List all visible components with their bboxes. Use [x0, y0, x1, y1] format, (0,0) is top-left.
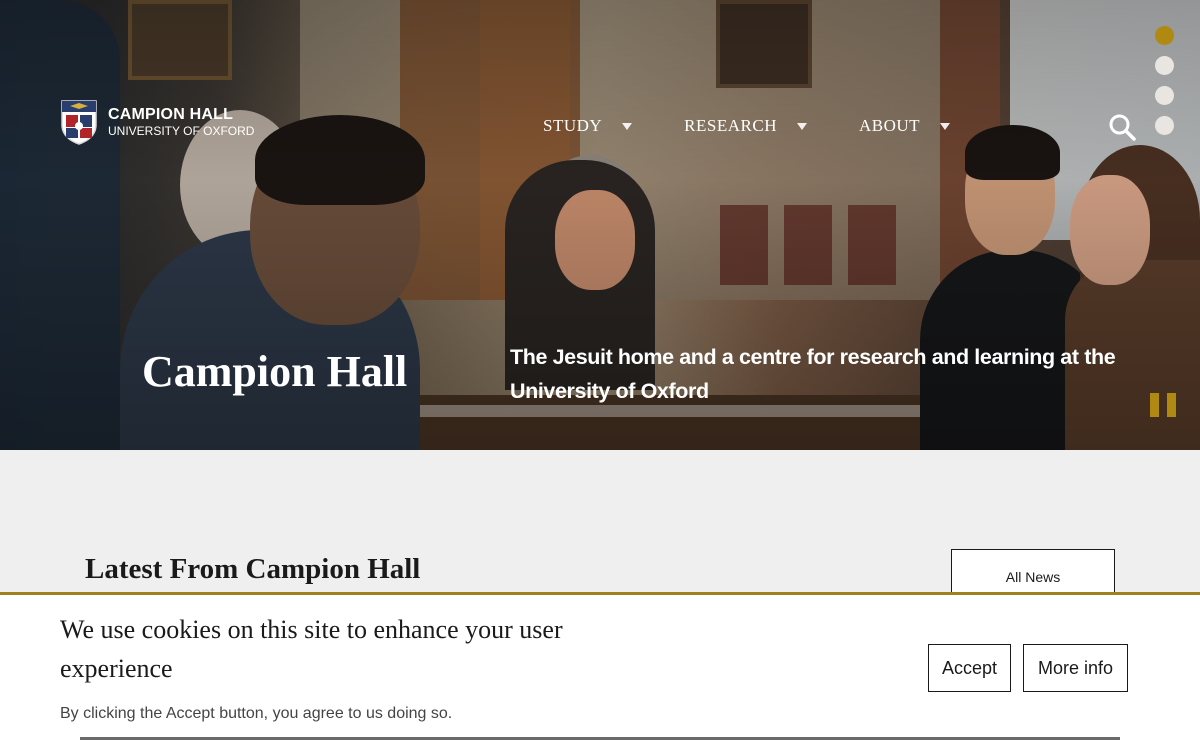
chevron-down-icon[interactable] — [622, 122, 633, 130]
site-logo[interactable]: CAMPION HALL UNIVERSITY OF OXFORD — [60, 99, 254, 145]
slide-dot-2[interactable] — [1155, 56, 1174, 75]
nav-label: RESEARCH — [684, 116, 777, 135]
more-info-button[interactable]: More info — [1023, 644, 1128, 692]
search-icon — [1109, 114, 1136, 141]
pause-icon[interactable] — [1150, 393, 1176, 417]
slide-dot-4[interactable] — [1155, 116, 1174, 135]
slider-pagination — [1155, 26, 1174, 146]
slide-dot-1[interactable] — [1155, 26, 1174, 45]
logo-text: CAMPION HALL UNIVERSITY OF OXFORD — [108, 106, 254, 138]
cookie-banner: We use cookies on this site to enhance y… — [0, 592, 1200, 740]
logo-title: CAMPION HALL — [108, 106, 234, 123]
nav-item-about[interactable]: ABOUT — [858, 116, 951, 136]
pause-bar — [1167, 393, 1176, 417]
crest-icon — [60, 99, 98, 145]
cookie-title: We use cookies on this site to enhance y… — [60, 615, 563, 683]
nav-item-research[interactable]: RESEARCH — [684, 116, 807, 136]
cookie-subtitle: By clicking the Accept button, you agree… — [60, 705, 453, 722]
nav-label: ABOUT — [858, 116, 921, 135]
pause-bar — [1150, 393, 1159, 417]
hero-banner: CAMPION HALL UNIVERSITY OF OXFORD STUDY … — [0, 0, 1200, 450]
chevron-down-icon[interactable] — [796, 122, 807, 130]
chevron-down-icon[interactable] — [940, 122, 951, 130]
hero-title: Campion Hall — [142, 347, 408, 396]
main-nav: STUDY RESEARCH ABOUT — [543, 116, 1002, 136]
slide-dot-3[interactable] — [1155, 86, 1174, 105]
accept-button[interactable]: Accept — [928, 644, 1011, 692]
hero-caption: The Jesuit home and a centre for researc… — [510, 345, 1116, 403]
nav-label: STUDY — [543, 116, 603, 135]
logo-subtitle: UNIVERSITY OF OXFORD — [108, 124, 255, 138]
nav-item-study[interactable]: STUDY — [543, 116, 633, 136]
section-title: Latest From Campion Hall — [85, 553, 421, 585]
search-button[interactable] — [1108, 113, 1136, 141]
